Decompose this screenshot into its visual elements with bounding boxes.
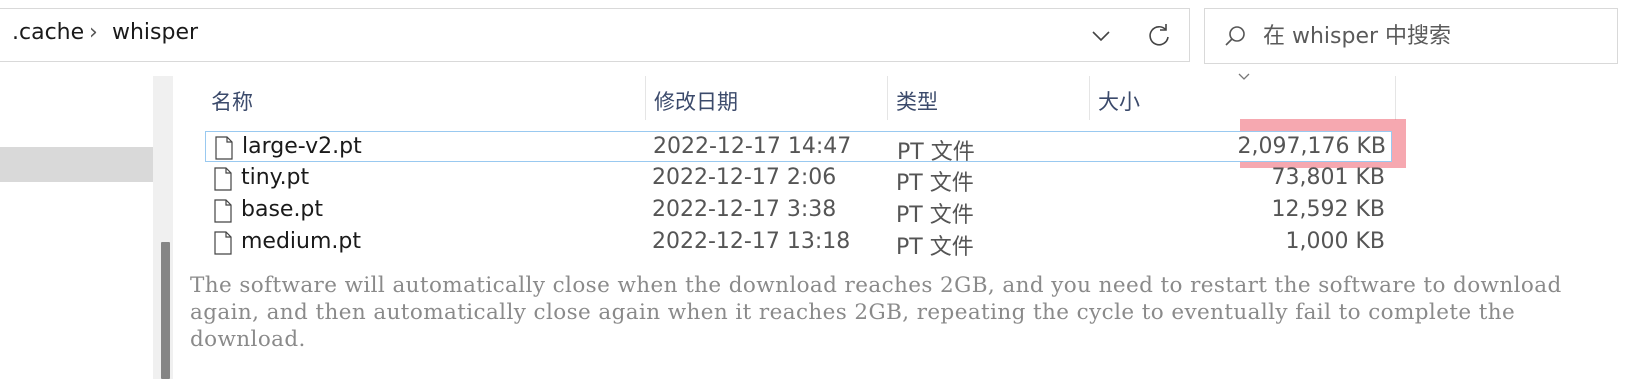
file-row[interactable]: tiny.pt 2022-12-17 2:06 PT 文件 73,801 KB [205, 163, 1392, 196]
file-modified: 2022-12-17 3:38 [652, 197, 837, 222]
column-divider[interactable] [645, 76, 646, 120]
file-icon [214, 231, 232, 255]
file-icon [214, 167, 232, 191]
file-type: PT 文件 [896, 235, 974, 260]
file-size: 12,592 KB [1271, 197, 1386, 222]
file-name: tiny.pt [241, 165, 310, 190]
file-size: 73,801 KB [1271, 165, 1386, 190]
refresh-icon[interactable] [1144, 21, 1174, 51]
file-name: medium.pt [241, 229, 362, 254]
navigation-pane [0, 76, 153, 379]
column-header-name[interactable]: 名称 [211, 86, 253, 116]
nav-scrollbar-thumb[interactable] [161, 242, 170, 379]
file-name: base.pt [241, 197, 324, 222]
column-divider[interactable] [1089, 76, 1090, 120]
file-modified: 2022-12-17 14:47 [653, 134, 852, 159]
column-header-type[interactable]: 类型 [896, 86, 938, 116]
file-row[interactable]: medium.pt 2022-12-17 13:18 PT 文件 1,000 K… [205, 227, 1392, 260]
sort-chevron-icon [1238, 73, 1250, 80]
chevron-down-icon[interactable] [1088, 23, 1114, 49]
file-modified: 2022-12-17 2:06 [652, 165, 837, 190]
breadcrumb-item-cache[interactable]: .cache [12, 20, 84, 45]
file-type: PT 文件 [896, 203, 974, 228]
column-header-modified[interactable]: 修改日期 [654, 86, 738, 116]
file-row[interactable]: base.pt 2022-12-17 3:38 PT 文件 12,592 KB [205, 195, 1392, 228]
search-box[interactable] [1204, 8, 1618, 64]
search-input[interactable] [1263, 19, 1603, 53]
file-type: PT 文件 [896, 171, 974, 196]
file-size: 1,000 KB [1285, 229, 1386, 254]
column-divider[interactable] [887, 76, 888, 120]
breadcrumb-item-whisper[interactable]: whisper [112, 20, 198, 45]
nav-selected-item[interactable] [0, 147, 153, 182]
file-row[interactable]: large-v2.pt 2022-12-17 14:47 PT 文件 2,097… [205, 131, 1392, 165]
file-icon [214, 199, 232, 223]
file-icon [215, 136, 233, 160]
file-type: PT 文件 [897, 140, 975, 165]
column-divider[interactable] [1395, 76, 1396, 120]
address-bar[interactable]: .cache › whisper [0, 8, 1190, 62]
column-header-size[interactable]: 大小 [1098, 86, 1140, 116]
breadcrumb-separator: › [89, 20, 98, 45]
file-name: large-v2.pt [242, 134, 362, 159]
file-modified: 2022-12-17 13:18 [652, 229, 851, 254]
file-size: 2,097,176 KB [1237, 134, 1386, 159]
annotation-note: The software will automatically close wh… [190, 273, 1562, 352]
search-icon [1225, 26, 1245, 46]
